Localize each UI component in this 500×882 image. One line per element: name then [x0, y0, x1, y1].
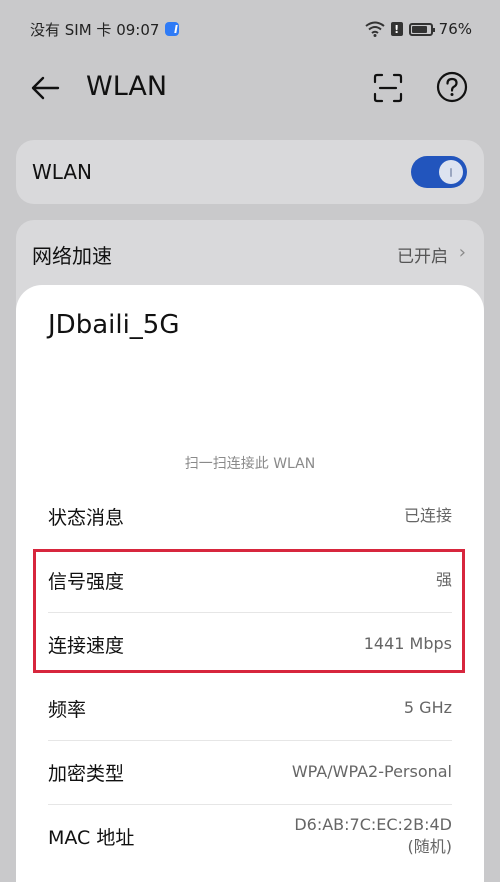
scan-button[interactable]	[372, 72, 404, 104]
network-detail-sheet: JDbaili_5G 扫一扫连接此 WLAN 状态消息 已连接 信号强度 强 连…	[16, 285, 484, 882]
mac-random-note: (随机)	[407, 837, 453, 856]
wlan-switch[interactable]	[411, 156, 467, 188]
detail-row-encryption: 加密类型 WPA/WPA2-Personal	[48, 740, 452, 804]
network-ssid: JDbaili_5G	[48, 310, 180, 340]
mac-address: D6:AB:7C:EC:2B:4D	[294, 815, 452, 834]
detail-value: 强	[435, 570, 452, 589]
detail-row-frequency: 频率 5 GHz	[48, 676, 452, 740]
network-accel-label: 网络加速	[32, 244, 112, 268]
status-bar: 没有 SIM 卡 09:07 ! 76%	[0, 0, 500, 58]
app-bar: WLAN	[0, 58, 500, 118]
detail-label: 状态消息	[48, 506, 125, 529]
status-left: 没有 SIM 卡 09:07	[30, 19, 180, 40]
wlan-toggle-card: WLAN	[16, 140, 484, 204]
detail-label: 连接速度	[48, 634, 125, 657]
help-button[interactable]	[436, 71, 468, 103]
chevron-right-icon: ›	[458, 242, 466, 263]
back-arrow-icon	[31, 76, 60, 100]
detail-row-mac: MAC 地址 D6:AB:7C:EC:2B:4D (随机)	[48, 804, 452, 868]
detail-label: 信号强度	[48, 570, 125, 593]
detail-label: 频率	[48, 698, 87, 721]
status-right: ! 76%	[365, 20, 472, 38]
battery-percent: 76%	[438, 20, 472, 38]
detail-label: 加密类型	[48, 762, 125, 785]
detail-row-signal: 信号强度 强	[48, 548, 452, 612]
detail-value: D6:AB:7C:EC:2B:4D (随机)	[294, 814, 452, 858]
detail-value: 已连接	[403, 506, 452, 525]
detail-label: MAC 地址	[48, 826, 135, 849]
carrier-time-text: 没有 SIM 卡 09:07	[30, 20, 160, 39]
network-accel-value: 已开启	[397, 247, 448, 267]
scan-icon	[373, 73, 403, 103]
detail-value: 5 GHz	[403, 698, 452, 717]
help-icon	[436, 71, 468, 103]
app-notification-icon	[165, 22, 180, 36]
detail-value: WPA/WPA2-Personal	[291, 762, 452, 781]
back-button[interactable]	[30, 74, 64, 102]
alert-icon: !	[390, 22, 403, 36]
wifi-icon	[365, 21, 385, 37]
detail-value: 1441 Mbps	[363, 634, 452, 653]
wlan-toggle-label: WLAN	[32, 160, 93, 184]
switch-knob	[439, 160, 463, 184]
detail-row-status: 状态消息 已连接	[48, 484, 452, 548]
battery-icon	[408, 22, 435, 36]
qr-scan-hint: 扫一扫连接此 WLAN	[184, 456, 316, 472]
page-title: WLAN	[86, 71, 168, 102]
detail-row-speed: 连接速度 1441 Mbps	[48, 612, 452, 676]
